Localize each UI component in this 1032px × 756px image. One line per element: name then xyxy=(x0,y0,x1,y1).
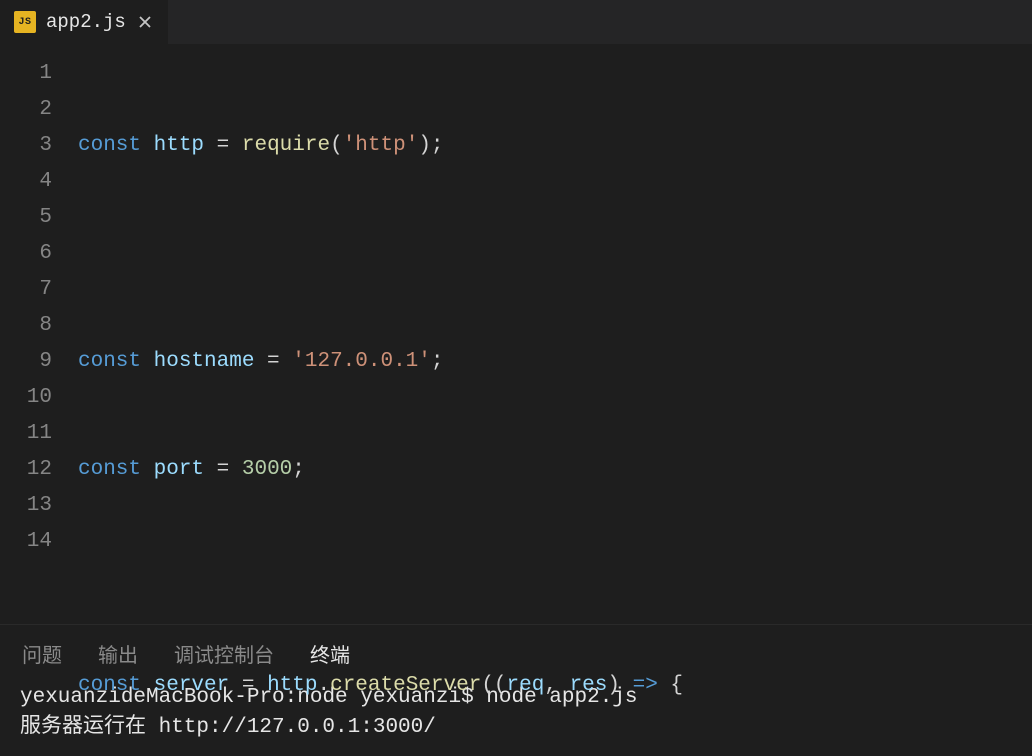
tab-problems[interactable]: 问题 xyxy=(22,639,62,669)
line-number: 14 xyxy=(0,524,70,560)
line-number: 3 xyxy=(0,128,70,164)
line-number: 13 xyxy=(0,488,70,524)
line-number: 7 xyxy=(0,272,70,308)
line-number: 9 xyxy=(0,344,70,380)
line-number: 2 xyxy=(0,92,70,128)
line-number: 6 xyxy=(0,236,70,272)
code-line[interactable] xyxy=(70,560,784,596)
gutter: 1 2 3 4 5 6 7 8 9 10 11 12 13 14 xyxy=(0,44,70,624)
code-line[interactable]: const server = http.createServer((req, r… xyxy=(70,668,784,704)
tab-app2js[interactable]: JS app2.js xyxy=(0,0,168,44)
editor[interactable]: 1 2 3 4 5 6 7 8 9 10 11 12 13 14 const h… xyxy=(0,44,1032,624)
line-number: 1 xyxy=(0,56,70,92)
line-number: 5 xyxy=(0,200,70,236)
code-line[interactable]: const hostname = '127.0.0.1'; xyxy=(70,344,784,380)
code-line[interactable]: const http = require('http'); xyxy=(70,128,784,164)
tab-bar: JS app2.js xyxy=(0,0,1032,44)
code-area[interactable]: const http = require('http'); const host… xyxy=(70,44,784,624)
line-number: 12 xyxy=(0,452,70,488)
tab-filename: app2.js xyxy=(46,11,126,33)
close-icon[interactable] xyxy=(136,13,154,31)
line-number: 4 xyxy=(0,164,70,200)
js-file-icon: JS xyxy=(14,11,36,33)
code-line[interactable]: const port = 3000; xyxy=(70,452,784,488)
line-number: 11 xyxy=(0,416,70,452)
code-line[interactable] xyxy=(70,236,784,272)
line-number: 8 xyxy=(0,308,70,344)
line-number: 10 xyxy=(0,380,70,416)
